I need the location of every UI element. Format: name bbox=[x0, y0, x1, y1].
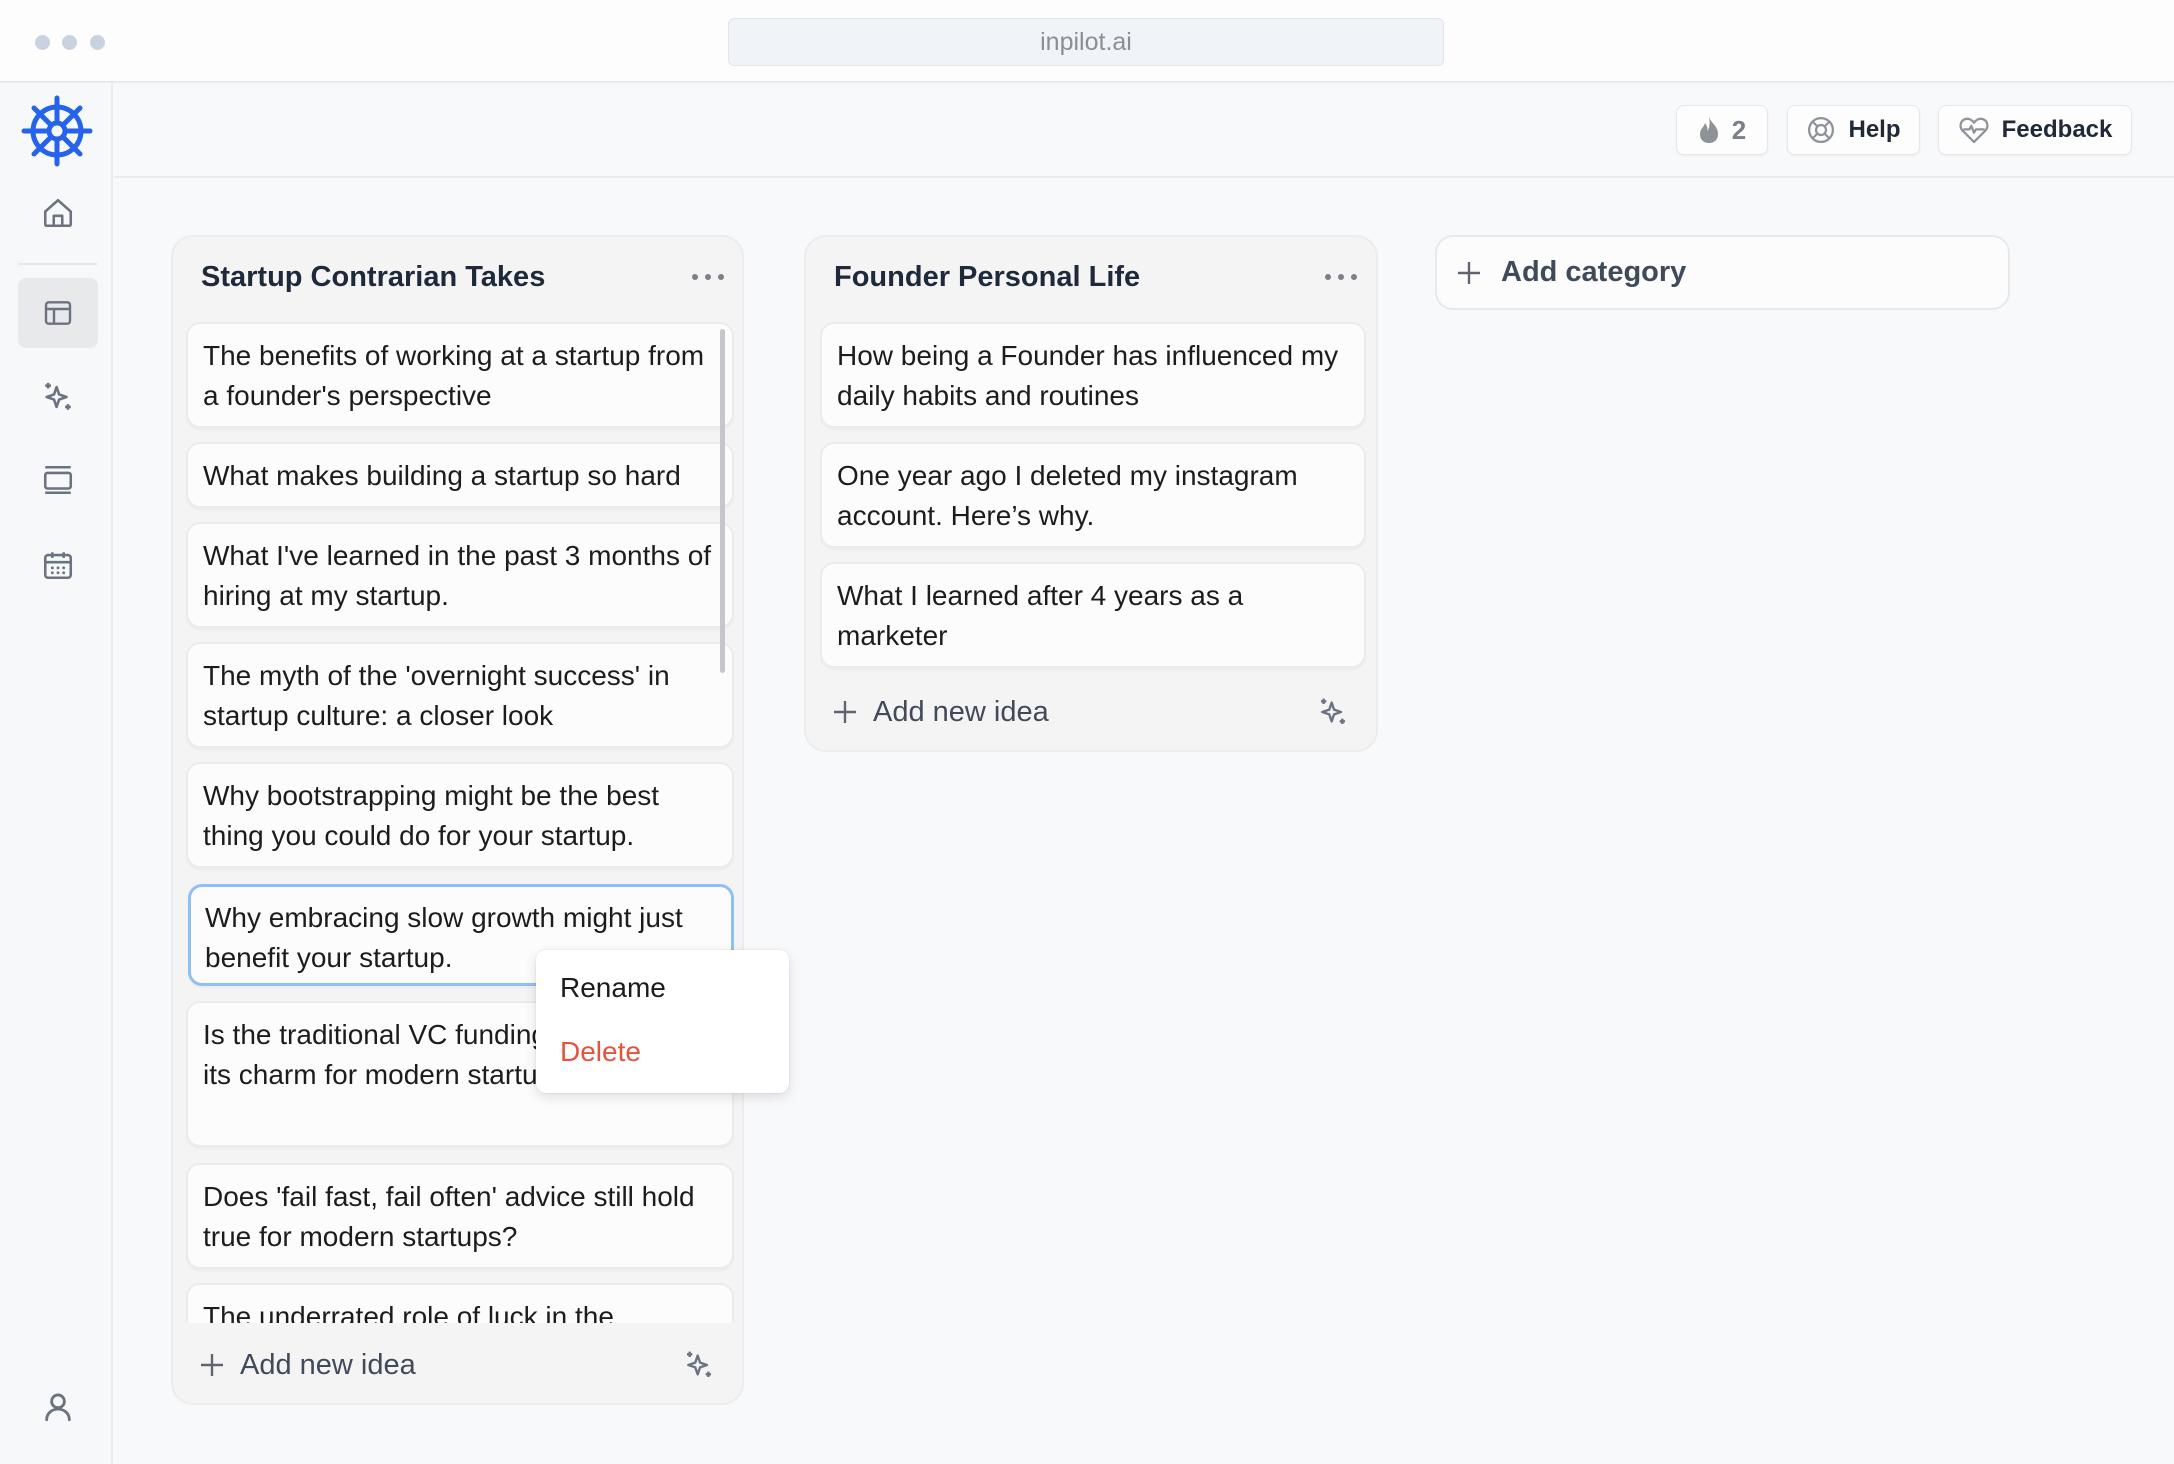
idea-card[interactable]: The benefits of working at a startup fro… bbox=[186, 322, 734, 428]
add-new-idea-button[interactable]: Add new idea bbox=[833, 696, 1049, 729]
ellipsis-dot bbox=[1338, 274, 1344, 280]
idea-context-menu: Rename Delete bbox=[536, 950, 789, 1093]
help-label: Help bbox=[1848, 116, 1901, 143]
category-more-button[interactable] bbox=[1325, 267, 1357, 287]
idea-card[interactable]: The myth of the 'overnight success' in s… bbox=[186, 642, 734, 748]
idea-card[interactable]: Does 'fail fast, fail often' advice stil… bbox=[186, 1163, 734, 1269]
window-minimize-dot[interactable] bbox=[62, 35, 77, 50]
ellipsis-dot bbox=[692, 274, 698, 280]
add-new-idea-label: Add new idea bbox=[873, 695, 1049, 728]
idea-card[interactable]: One year ago I deleted my instagram acco… bbox=[820, 442, 1366, 548]
column-footer: Add new idea bbox=[200, 1340, 715, 1390]
sidebar-item-home[interactable] bbox=[18, 178, 98, 248]
ai-generate-idea-sparkles-icon[interactable] bbox=[1317, 696, 1349, 728]
plus-icon bbox=[833, 700, 857, 724]
category-title[interactable]: Founder Personal Life bbox=[834, 261, 1140, 294]
calendar-icon bbox=[41, 548, 75, 582]
sidebar-item-posts[interactable] bbox=[18, 445, 98, 515]
ellipsis-dot bbox=[705, 274, 711, 280]
user-icon bbox=[41, 1390, 75, 1424]
menu-item-delete[interactable]: Delete bbox=[560, 1036, 641, 1068]
browser-titlebar: inpilot.ai bbox=[0, 0, 2174, 82]
idea-list-scrollbar[interactable] bbox=[720, 329, 725, 673]
idea-card[interactable]: What makes building a startup so hard bbox=[186, 442, 734, 508]
idea-card[interactable]: The underrated role of luck in the bbox=[186, 1283, 734, 1323]
plus-icon bbox=[200, 1353, 224, 1377]
streak-count: 2 bbox=[1731, 114, 1747, 145]
category-title[interactable]: Startup Contrarian Takes bbox=[201, 261, 545, 294]
window-maximize-dot[interactable] bbox=[90, 35, 105, 50]
slides-icon bbox=[41, 463, 75, 497]
category-column-startup-contrarian-takes: Startup Contrarian Takes The benefits of… bbox=[171, 235, 744, 1405]
add-category-button[interactable]: Add category bbox=[1435, 235, 2010, 310]
sidebar bbox=[0, 83, 113, 1464]
feedback-button[interactable]: Feedback bbox=[1938, 105, 2132, 155]
add-category-label: Add category bbox=[1501, 256, 1687, 288]
heart-pulse-icon bbox=[1958, 115, 1990, 145]
category-more-button[interactable] bbox=[692, 267, 724, 287]
home-icon bbox=[41, 196, 75, 230]
sidebar-divider bbox=[18, 263, 97, 265]
add-new-idea-button[interactable]: Add new idea bbox=[200, 1349, 416, 1382]
ship-wheel-logo-icon[interactable] bbox=[20, 94, 94, 168]
feedback-label: Feedback bbox=[2001, 116, 2113, 143]
menu-item-rename[interactable]: Rename bbox=[560, 972, 666, 1004]
idea-list: How being a Founder has influenced my da… bbox=[820, 322, 1366, 672]
sidebar-item-ideas-board[interactable] bbox=[18, 278, 98, 348]
help-button[interactable]: Help bbox=[1787, 105, 1920, 155]
idea-card[interactable]: How being a Founder has influenced my da… bbox=[820, 322, 1366, 428]
lifebuoy-icon bbox=[1806, 115, 1836, 145]
sidebar-item-profile[interactable] bbox=[18, 1372, 98, 1442]
streak-button[interactable]: 2 bbox=[1676, 105, 1768, 155]
plus-icon bbox=[1457, 261, 1481, 285]
ellipsis-dot bbox=[1351, 274, 1357, 280]
ellipsis-dot bbox=[1325, 274, 1331, 280]
window-close-dot[interactable] bbox=[35, 35, 50, 50]
table-icon bbox=[42, 297, 74, 329]
idea-card[interactable]: What I learned after 4 years as a market… bbox=[820, 562, 1366, 668]
app-window: inpilot.ai 2 Help Feedback Startup Contr… bbox=[0, 0, 2174, 1464]
idea-card[interactable]: Why bootstrapping might be the best thin… bbox=[186, 762, 734, 868]
idea-card[interactable]: What I've learned in the past 3 months o… bbox=[186, 522, 734, 628]
idea-list: The benefits of working at a startup fro… bbox=[186, 322, 734, 1323]
column-footer: Add new idea bbox=[833, 687, 1349, 737]
category-column-founder-personal-life: Founder Personal Life How being a Founde… bbox=[804, 235, 1378, 752]
add-new-idea-label: Add new idea bbox=[240, 1348, 416, 1381]
ai-generate-idea-sparkles-icon[interactable] bbox=[683, 1349, 715, 1381]
sparkles-icon bbox=[41, 380, 75, 414]
header-divider bbox=[114, 176, 2174, 178]
url-bar[interactable]: inpilot.ai bbox=[728, 18, 1444, 66]
flame-icon bbox=[1698, 116, 1720, 144]
sidebar-item-calendar[interactable] bbox=[18, 530, 98, 600]
ellipsis-dot bbox=[718, 274, 724, 280]
sidebar-item-ai-generate[interactable] bbox=[18, 362, 98, 432]
